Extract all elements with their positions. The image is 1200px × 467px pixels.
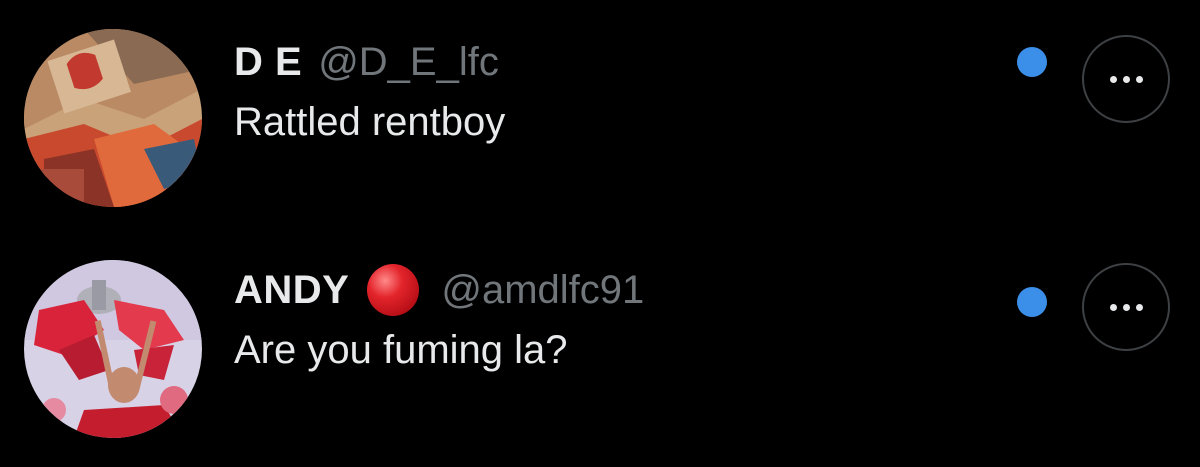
- user-handle[interactable]: @D_E_lfc: [318, 40, 499, 85]
- replies-list: D E @D_E_lfc Rattled rentboy ANDY @amdlf…: [0, 0, 1200, 467]
- red-circle-icon: [367, 264, 420, 316]
- more-horizontal-icon: [1109, 75, 1143, 83]
- more-options-button[interactable]: [1082, 35, 1170, 123]
- avatar[interactable]: [24, 29, 202, 207]
- reply-header: D E @D_E_lfc: [234, 37, 499, 87]
- display-name[interactable]: D E: [234, 40, 302, 85]
- avatar-image: [24, 260, 202, 438]
- display-name[interactable]: ANDY: [234, 268, 349, 313]
- reply-item[interactable]: D E @D_E_lfc Rattled rentboy: [0, 0, 1200, 233]
- reply-item[interactable]: ANDY @amdlfc91 Are you fuming la?: [0, 233, 1200, 466]
- reply-header: ANDY @amdlfc91: [234, 264, 644, 316]
- more-options-button[interactable]: [1082, 263, 1170, 351]
- unread-indicator: [1017, 287, 1047, 317]
- user-handle[interactable]: @amdlfc91: [441, 268, 644, 313]
- avatar-image: [24, 29, 202, 207]
- more-horizontal-icon: [1109, 303, 1143, 311]
- reply-text: Rattled rentboy: [234, 100, 506, 144]
- unread-indicator: [1017, 47, 1047, 77]
- reply-text: Are you fuming la?: [234, 328, 568, 372]
- avatar[interactable]: [24, 260, 202, 438]
